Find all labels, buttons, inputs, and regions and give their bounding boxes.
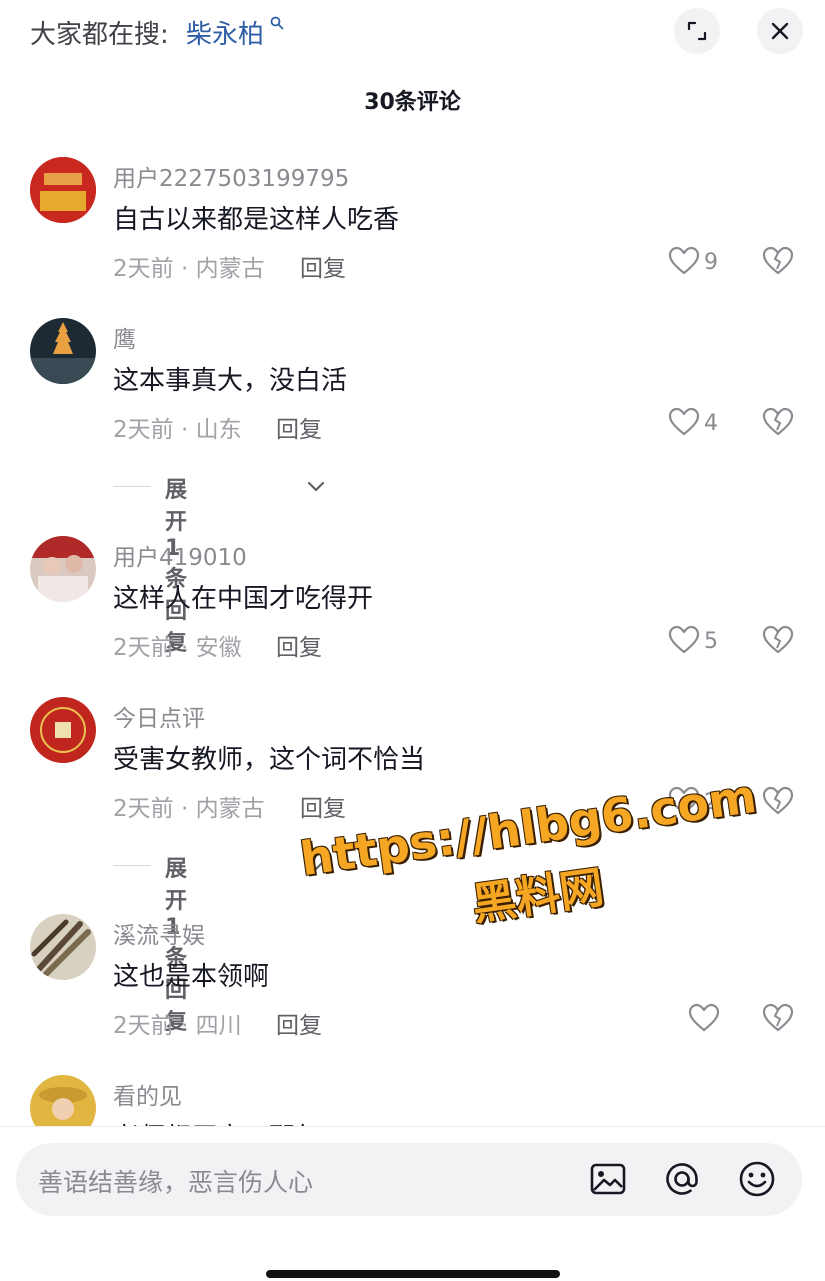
broken-heart-icon[interactable] bbox=[762, 786, 794, 816]
avatar[interactable] bbox=[30, 536, 96, 602]
image-icon[interactable] bbox=[588, 1159, 628, 1199]
top-bar: 大家都在搜: 柴永柏 bbox=[0, 0, 825, 64]
comment-meta: 2天前 · 四川 bbox=[113, 1013, 242, 1039]
heart-icon[interactable] bbox=[668, 407, 700, 437]
reply-button[interactable]: 回复 bbox=[300, 789, 346, 823]
comment-username[interactable]: 鹰 bbox=[113, 320, 136, 354]
comment-item: 用户419010 这样人在中国才吃得开 2天前 · 安徽 回复 5 bbox=[0, 536, 825, 676]
comment-username[interactable]: 用户419010 bbox=[113, 538, 247, 572]
comment-input[interactable]: 善语结善缘，恶言伤人心 bbox=[16, 1143, 802, 1216]
comment-meta: 2天前 · 内蒙古 bbox=[113, 796, 265, 822]
home-indicator bbox=[266, 1270, 560, 1278]
avatar[interactable] bbox=[30, 914, 96, 980]
comment-text: 这样人在中国才吃得开 bbox=[113, 584, 374, 614]
divider bbox=[113, 865, 151, 866]
comment-username[interactable]: 看的见 bbox=[113, 1077, 182, 1111]
like-count: 5 bbox=[704, 629, 718, 654]
like-count: 4 bbox=[704, 411, 718, 436]
comment-input-placeholder: 善语结善缘，恶言伤人心 bbox=[38, 1168, 314, 1197]
avatar[interactable] bbox=[30, 697, 96, 763]
comment-username[interactable]: 溪流寻娱 bbox=[113, 916, 205, 950]
broken-heart-icon[interactable] bbox=[762, 1003, 794, 1033]
expand-icon bbox=[687, 21, 707, 41]
close-icon bbox=[771, 22, 789, 40]
comment-item: 鹰 这本事真大，没白活 2天前 · 山东 回复 4 bbox=[0, 318, 825, 458]
search-suggestion-term[interactable]: 柴永柏 bbox=[186, 14, 264, 51]
comment-meta: 2天前 · 安徽 bbox=[113, 635, 242, 661]
heart-icon[interactable] bbox=[668, 625, 700, 655]
reply-button[interactable]: 回复 bbox=[276, 410, 322, 444]
broken-heart-icon[interactable] bbox=[762, 625, 794, 655]
comment-item: 用户2227503199795 自古以来都是这样人吃香 2天前 · 内蒙古 回复… bbox=[0, 157, 825, 297]
avatar-image bbox=[30, 536, 96, 602]
comment-text: 受害女教师，这个词不恰当 bbox=[113, 745, 426, 775]
avatar-image bbox=[30, 697, 96, 763]
chevron-down-icon bbox=[307, 481, 325, 492]
like-count: 9 bbox=[704, 250, 718, 275]
divider bbox=[113, 486, 151, 487]
search-suggestion-label: 大家都在搜: bbox=[30, 20, 169, 50]
comment-text: 自古以来都是这样人吃香 bbox=[113, 205, 400, 235]
close-button[interactable] bbox=[757, 8, 803, 54]
comment-text: 这本事真大，没白活 bbox=[113, 366, 348, 396]
comment-count-title: 30条评论 bbox=[364, 90, 461, 115]
comment-text: 这也是本领啊 bbox=[113, 962, 270, 992]
heart-icon[interactable] bbox=[668, 246, 700, 276]
comment-meta: 2天前 · 内蒙古 bbox=[113, 256, 265, 282]
avatar-image bbox=[30, 914, 96, 980]
broken-heart-icon[interactable] bbox=[762, 407, 794, 437]
broken-heart-icon[interactable] bbox=[762, 246, 794, 276]
comment-username[interactable]: 用户2227503199795 bbox=[113, 159, 349, 193]
emoji-icon[interactable] bbox=[737, 1159, 777, 1199]
search-icon[interactable] bbox=[270, 16, 284, 30]
comment-meta: 2天前 · 山东 bbox=[113, 417, 242, 443]
reply-button[interactable]: 回复 bbox=[276, 1006, 322, 1040]
avatar-image bbox=[30, 318, 96, 384]
avatar[interactable] bbox=[30, 157, 96, 223]
avatar-image bbox=[30, 157, 96, 223]
heart-icon[interactable] bbox=[688, 1003, 720, 1033]
avatar[interactable] bbox=[30, 318, 96, 384]
comment-username[interactable]: 今日点评 bbox=[113, 699, 205, 733]
at-mention-icon[interactable] bbox=[662, 1159, 702, 1199]
reply-button[interactable]: 回复 bbox=[276, 628, 322, 662]
reply-button[interactable]: 回复 bbox=[300, 249, 346, 283]
expand-button[interactable] bbox=[674, 8, 720, 54]
